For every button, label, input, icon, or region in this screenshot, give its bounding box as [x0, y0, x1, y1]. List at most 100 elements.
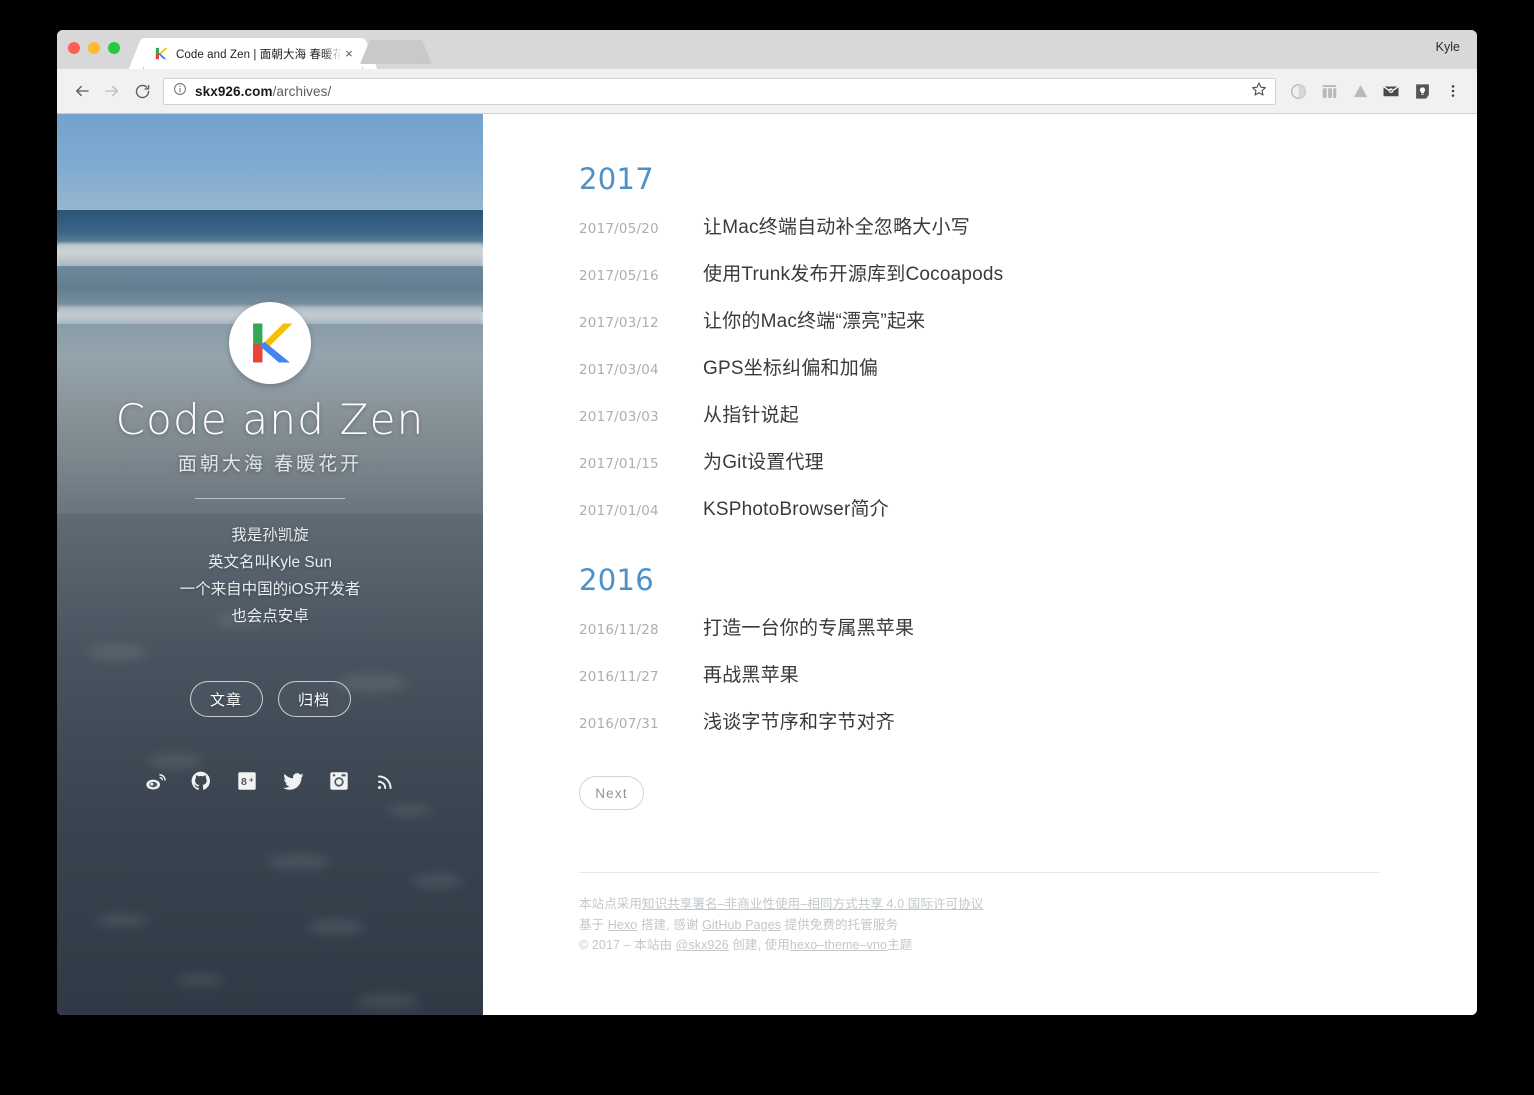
- info-circle-icon[interactable]: [173, 82, 187, 101]
- post-date: 2016/07/31: [579, 716, 659, 732]
- archive-row[interactable]: 2016/07/31 浅谈字节序和字节对齐: [579, 707, 1477, 754]
- site-logo[interactable]: [229, 302, 311, 384]
- bio-line: 我是孙凯旋: [231, 527, 309, 545]
- tab-title: Code and Zen | 面朝大海 春暖花…: [176, 48, 342, 61]
- post-date: 2017/03/04: [579, 362, 659, 378]
- nav-archives-button[interactable]: 归档: [277, 681, 351, 718]
- site-footer: 本站点采用知识共享署名–非商业性使用–相同方式共享 4.0 国际许可协议 基于 …: [579, 894, 1477, 956]
- hexo-link[interactable]: Hexo: [608, 918, 638, 932]
- post-date: 2016/11/28: [579, 622, 659, 638]
- close-tab-icon[interactable]: ×: [342, 47, 356, 60]
- post-title-link[interactable]: 为Git设置代理: [703, 447, 824, 474]
- extension-circle-icon[interactable]: [1284, 77, 1312, 105]
- new-tab-button[interactable]: [372, 40, 420, 64]
- window-traffic-lights: [68, 42, 120, 54]
- rss-icon[interactable]: [373, 769, 397, 793]
- page-viewport: Code and Zen 面朝大海 春暖花开 我是孙凯旋 英文名叫Kyle Su…: [57, 114, 1477, 1015]
- archive-row[interactable]: 2017/01/04 KSPhotoBrowser简介: [579, 494, 1477, 541]
- reload-icon[interactable]: [127, 76, 157, 106]
- archive-year-group: 2017 2017/05/20 让Mac终端自动补全忽略大小写 2017/05/…: [579, 162, 1477, 541]
- archive-row[interactable]: 2017/05/20 让Mac终端自动补全忽略大小写: [579, 212, 1477, 259]
- post-title-link[interactable]: 再战黑苹果: [703, 660, 799, 687]
- post-title-link[interactable]: 让Mac终端自动补全忽略大小写: [703, 212, 970, 239]
- back-arrow-icon[interactable]: [67, 76, 97, 106]
- post-date: 2017/05/20: [579, 221, 659, 237]
- post-title-link[interactable]: KSPhotoBrowser简介: [703, 494, 889, 521]
- year-heading-2016: 2016: [579, 563, 655, 597]
- nav-posts-button[interactable]: 文章: [189, 681, 263, 718]
- close-window-button[interactable]: [68, 42, 80, 54]
- post-title-link[interactable]: 让你的Mac终端“漂亮”起来: [703, 306, 925, 333]
- footer-text: 提供免费的托管服务: [781, 917, 899, 932]
- instagram-icon[interactable]: [327, 769, 351, 793]
- footer-text: 基于: [579, 917, 608, 932]
- extension-grid-icon[interactable]: [1315, 77, 1343, 105]
- github-pages-link[interactable]: GitHub Pages: [702, 918, 781, 932]
- bio-line: 英文名叫Kyle Sun: [207, 554, 333, 572]
- archive-row[interactable]: 2017/03/04 GPS坐标纠偏和加偏: [579, 353, 1477, 400]
- post-title-link[interactable]: GPS坐标纠偏和加偏: [703, 353, 878, 380]
- google-drive-icon[interactable]: [1346, 77, 1374, 105]
- archive-row[interactable]: 2017/05/16 使用Trunk发布开源库到Cocoapods: [579, 259, 1477, 306]
- chrome-menu-icon[interactable]: [1439, 77, 1467, 105]
- post-title-link[interactable]: 使用Trunk发布开源库到Cocoapods: [703, 259, 1003, 286]
- footer-hexo-line: 基于 Hexo 搭建, 感谢 GitHub Pages 提供免费的托管服务: [579, 915, 1477, 936]
- browser-toolbar: skx926.com/archives/: [57, 69, 1477, 114]
- archive-list-2016: 2016/11/28 打造一台你的专属黑苹果 2016/11/27 再战黑苹果 …: [579, 613, 1477, 754]
- archive-row[interactable]: 2017/01/15 为Git设置代理: [579, 447, 1477, 494]
- footer-divider: [579, 872, 1379, 873]
- post-date: 2017/05/16: [579, 268, 659, 284]
- post-date: 2017/03/12: [579, 315, 659, 331]
- post-title-link[interactable]: 打造一台你的专属黑苹果: [703, 613, 914, 640]
- maximize-window-button[interactable]: [108, 42, 120, 54]
- forward-arrow-icon: [97, 76, 127, 106]
- next-page-button[interactable]: Next: [579, 776, 644, 810]
- bio-line: 一个来自中国的iOS开发者: [179, 581, 361, 599]
- footer-text: 本站点采用: [579, 897, 643, 911]
- k-logo-icon: [253, 323, 293, 363]
- archive-row[interactable]: 2016/11/27 再战黑苹果: [579, 660, 1477, 707]
- social-links: 8 +: [143, 769, 397, 793]
- post-date: 2016/11/27: [579, 669, 659, 685]
- footer-copyright-line: © 2017 – 本站由 @skx926 创建, 使用hexo–theme–vn…: [579, 935, 1477, 956]
- google-plus-icon[interactable]: 8 +: [235, 769, 259, 793]
- archive-row[interactable]: 2016/11/28 打造一台你的专属黑苹果: [579, 613, 1477, 660]
- profile-name[interactable]: Kyle: [1436, 40, 1460, 54]
- theme-link[interactable]: hexo–theme–vno: [790, 938, 887, 952]
- post-title-link[interactable]: 从指针说起: [703, 400, 799, 427]
- bio-line: 也会点安卓: [231, 608, 309, 626]
- author-bio: 我是孙凯旋 英文名叫Kyle Sun 一个来自中国的iOS开发者 也会点安卓: [180, 522, 361, 630]
- post-date: 2017/01/04: [579, 503, 659, 519]
- twitter-icon[interactable]: [281, 769, 305, 793]
- license-link[interactable]: 知识共享署名–非商业性使用–相同方式共享 4.0 国际许可协议: [642, 897, 983, 911]
- site-sidebar: Code and Zen 面朝大海 春暖花开 我是孙凯旋 英文名叫Kyle Su…: [57, 114, 483, 1015]
- github-icon[interactable]: [189, 769, 213, 793]
- bookmark-star-icon[interactable]: [1251, 81, 1269, 102]
- author-link[interactable]: @skx926: [676, 938, 729, 952]
- google-keep-icon[interactable]: [1408, 77, 1436, 105]
- k-logo-icon: [154, 46, 169, 61]
- post-date: 2017/01/15: [579, 456, 659, 472]
- svg-text:8: 8: [241, 776, 247, 788]
- footer-text: 创建, 使用: [728, 938, 790, 952]
- browser-tab[interactable]: Code and Zen | 面朝大海 春暖花… ×: [144, 38, 362, 69]
- site-title: Code and Zen: [115, 395, 425, 444]
- archive-year-group: 2016 2016/11/28 打造一台你的专属黑苹果 2016/11/27 再…: [579, 563, 1477, 754]
- mail-envelope-icon[interactable]: [1377, 77, 1405, 105]
- browser-window: Code and Zen | 面朝大海 春暖花… × Kyle skx926.c…: [57, 30, 1477, 1015]
- year-heading-2017: 2017: [579, 162, 655, 196]
- weibo-icon[interactable]: [143, 769, 167, 793]
- post-title-link[interactable]: 浅谈字节序和字节对齐: [703, 707, 895, 734]
- address-bar[interactable]: skx926.com/archives/: [163, 77, 1276, 105]
- archive-row[interactable]: 2017/03/12 让你的Mac终端“漂亮”起来: [579, 306, 1477, 353]
- minimize-window-button[interactable]: [88, 42, 100, 54]
- archive-row[interactable]: 2017/03/03 从指针说起: [579, 400, 1477, 447]
- sidebar-nav: 文章 归档: [189, 681, 351, 718]
- url-path: /archives/: [272, 83, 332, 99]
- tab-strip: Code and Zen | 面朝大海 春暖花… × Kyle: [57, 30, 1477, 69]
- url-domain: skx926.com: [195, 83, 273, 99]
- archive-list-2017: 2017/05/20 让Mac终端自动补全忽略大小写 2017/05/16 使用…: [579, 212, 1477, 541]
- sidebar-divider: [195, 498, 345, 500]
- address-bar-url: skx926.com/archives/: [195, 84, 331, 99]
- footer-license-line: 本站点采用知识共享署名–非商业性使用–相同方式共享 4.0 国际许可协议: [579, 894, 1477, 915]
